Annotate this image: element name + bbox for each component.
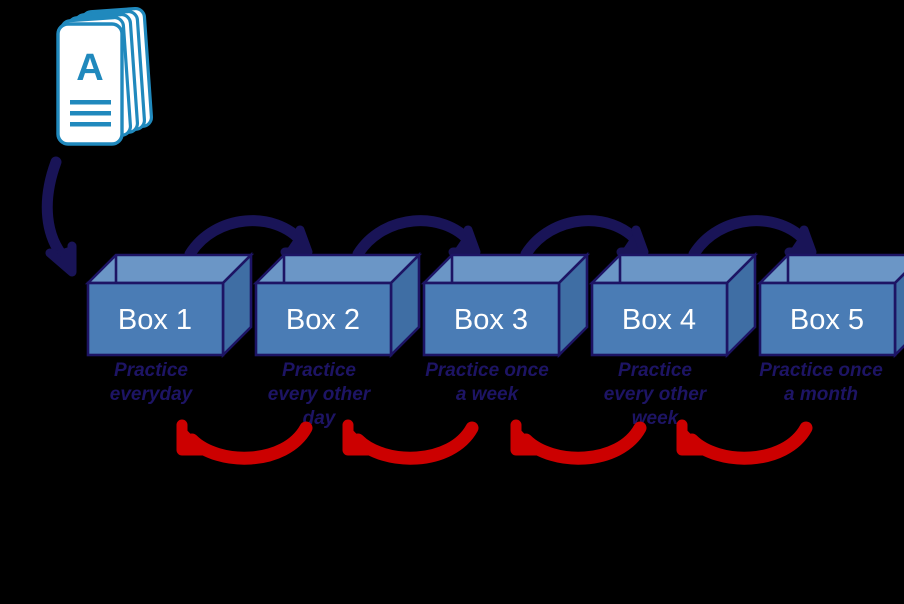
- diagram-canvas: A Box 1 Box 2 Box 3 Box 4 Box 5 Practice…: [0, 0, 904, 604]
- box-1: Box 1: [84, 251, 255, 359]
- box-2-label: Box 2: [286, 304, 360, 336]
- demote-arrow-4: [676, 419, 813, 465]
- demote-arrow-2: [342, 419, 479, 465]
- practice-caption-3-line-2: a week: [456, 384, 520, 405]
- box-5-rim: [756, 253, 904, 285]
- practice-caption-1: Practice everyday: [110, 360, 194, 405]
- box-5: Box 5: [756, 253, 904, 359]
- box-2: Box 2: [252, 251, 423, 359]
- practice-caption-2-line-2: every other: [268, 384, 372, 405]
- card-rule-3: [70, 122, 111, 127]
- practice-caption-1-line-1: Practice: [114, 360, 188, 381]
- practice-caption-5-line-1: Practice once: [759, 360, 883, 381]
- leitner-diagram-svg: A Box 1 Box 2 Box 3 Box 4 Box 5 Practice…: [41, 6, 904, 465]
- demote-arrow-1: [176, 419, 313, 465]
- practice-caption-3: Practice once a week: [425, 360, 549, 405]
- practice-caption-5: Practice once a month: [759, 360, 883, 405]
- practice-caption-3-line-1: Practice once: [425, 360, 549, 381]
- promote-arrow-1: [184, 215, 313, 260]
- card-letter: A: [76, 47, 103, 89]
- card-rule-1: [70, 100, 111, 105]
- box-1-label: Box 1: [118, 304, 192, 336]
- card-rule-2: [70, 111, 111, 116]
- box-3: Box 3: [420, 251, 591, 359]
- box-4: Box 4: [588, 251, 759, 359]
- box-4-label: Box 4: [622, 304, 696, 336]
- flashcard-stack-icon: A: [56, 6, 154, 146]
- promote-arrow-3: [520, 215, 649, 260]
- practice-caption-4: Practice every other week: [604, 360, 708, 429]
- practice-caption-2-line-1: Practice: [282, 360, 356, 381]
- practice-caption-1-line-2: everyday: [110, 384, 194, 405]
- box-3-label: Box 3: [454, 304, 528, 336]
- practice-caption-4-line-1: Practice: [618, 360, 692, 381]
- intake-arrow: [41, 156, 77, 277]
- promote-arrow-2: [352, 215, 481, 260]
- practice-caption-5-line-2: a month: [784, 384, 858, 405]
- promote-arrow-4: [688, 215, 817, 260]
- practice-caption-4-line-2: every other: [604, 384, 708, 405]
- practice-caption-2: Practice every other day: [268, 360, 372, 429]
- box-5-label: Box 5: [790, 304, 864, 336]
- demote-arrow-3: [510, 419, 647, 465]
